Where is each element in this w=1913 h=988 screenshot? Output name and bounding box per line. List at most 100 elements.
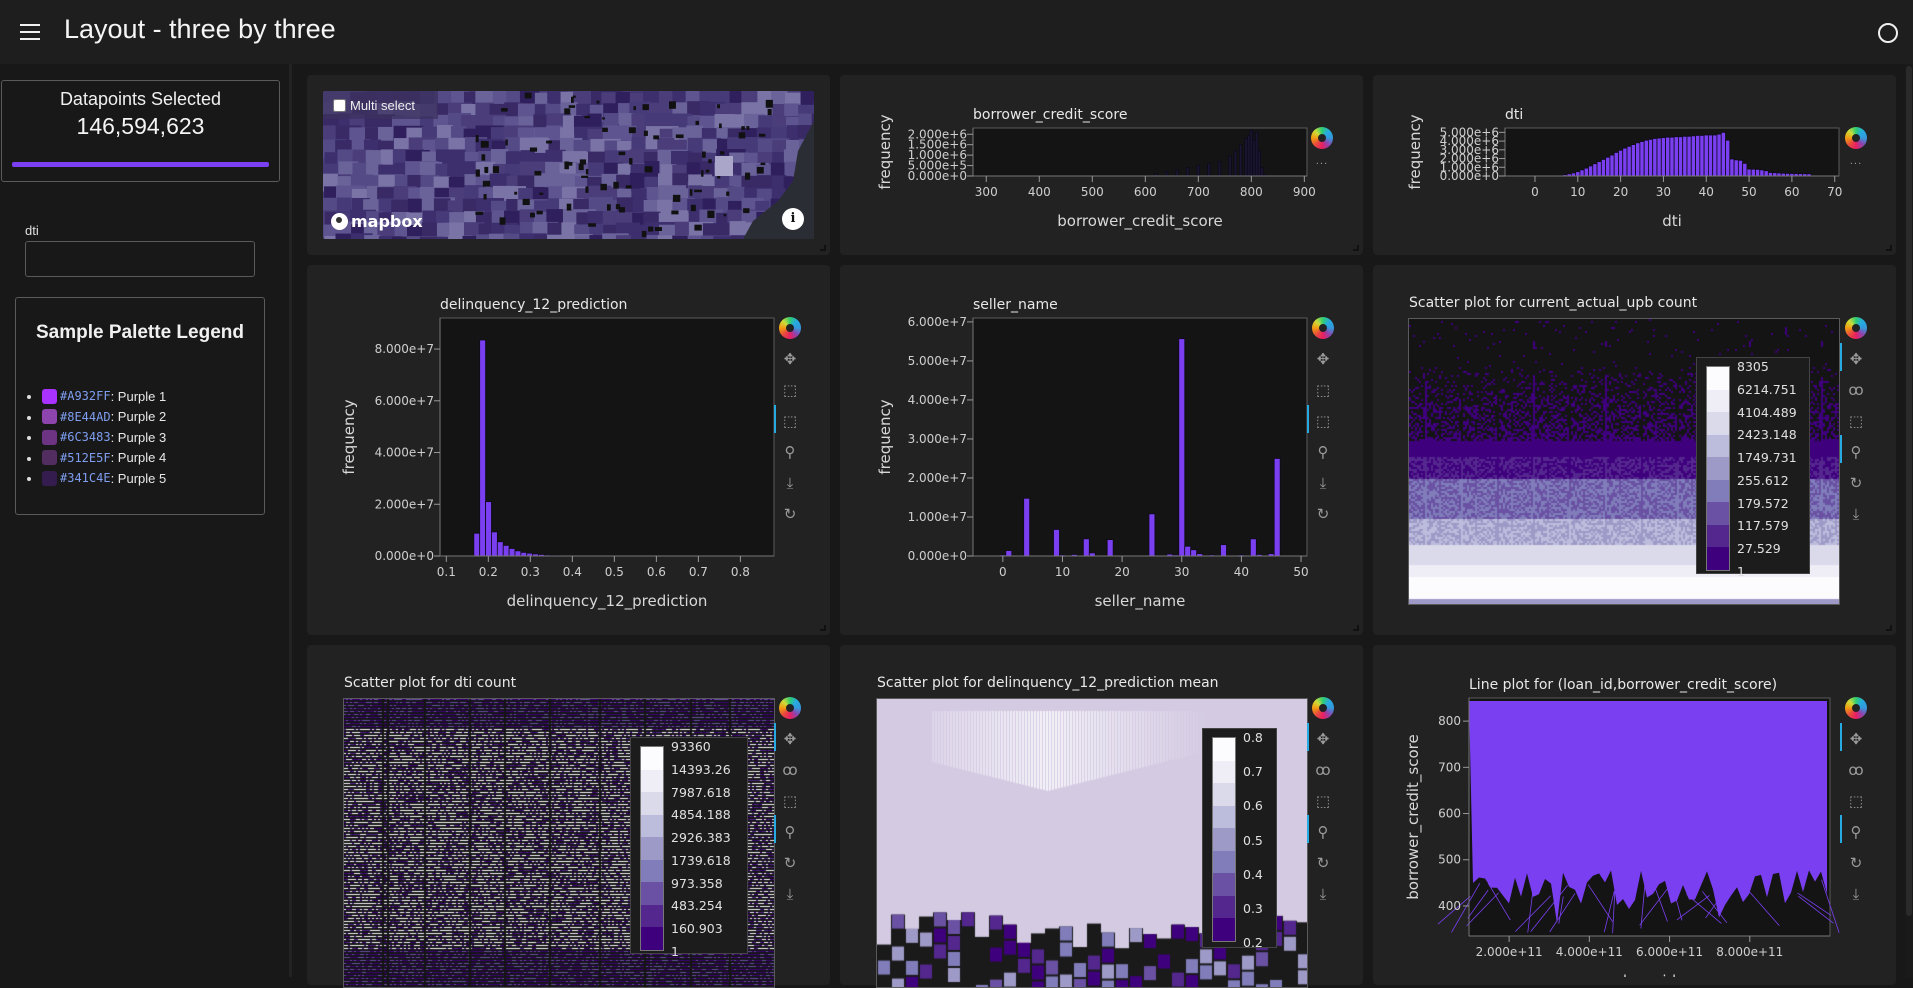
save-icon[interactable]: ⤓ (1845, 503, 1867, 525)
colorbar-swatch (1213, 873, 1235, 896)
bokeh-logo-icon[interactable] (779, 317, 801, 339)
x-tick-label: 60 (1784, 185, 1799, 199)
box-zoom-icon[interactable]: ⬚ (1312, 379, 1334, 401)
histogram-bar (1054, 529, 1060, 556)
bokeh-logo-icon[interactable] (1845, 697, 1867, 719)
chart-line-loan-id-credit-score[interactable]: Line plot for (loan_id,borrower_credit_s… (1380, 660, 1913, 977)
save-icon[interactable]: ⤓ (1312, 472, 1334, 494)
pan-icon[interactable]: ✥ (1845, 348, 1867, 370)
resize-handle[interactable] (820, 245, 826, 251)
colorbar-swatch (641, 882, 663, 905)
chart-seller-name[interactable]: seller_name010203040500.000e+01.000e+72.… (860, 280, 1340, 620)
reset-icon[interactable]: ↻ (1845, 472, 1867, 494)
histogram-bar (497, 542, 503, 556)
colorbar-swatch (1213, 738, 1235, 761)
x-box-select-icon[interactable]: ⬚ (779, 410, 801, 432)
y-tick-label: 600 (1438, 807, 1461, 821)
reset-icon[interactable]: ↻ (779, 503, 801, 525)
lasso-select-icon[interactable]: ꝏ (1845, 759, 1867, 781)
lasso-select-icon[interactable]: ꝏ (779, 759, 801, 781)
hamburger-menu-icon[interactable] (20, 24, 40, 40)
pan-icon[interactable]: ✥ (1312, 728, 1334, 750)
pan-icon[interactable]: ✥ (779, 728, 801, 750)
multi-select-checkbox[interactable] (333, 99, 346, 112)
sidebar-divider[interactable] (289, 64, 292, 977)
histogram-bar (1589, 166, 1593, 176)
save-icon[interactable]: ⤓ (779, 883, 801, 905)
more-menu-icon[interactable]: ··· (1845, 153, 1867, 175)
box-select-icon[interactable]: ⬚ (779, 790, 801, 812)
colorbar-tick-label: 0.6 (1243, 798, 1263, 813)
box-select-icon[interactable]: ⬚ (1312, 790, 1334, 812)
bokeh-logo-icon[interactable] (1845, 127, 1867, 149)
histogram-bar (1165, 172, 1168, 176)
chart-title: borrower_credit_score (973, 107, 1127, 123)
colorbar-swatch (641, 792, 663, 815)
legend-item: #6C3483: Purple 3 (42, 427, 166, 448)
info-button[interactable]: i (782, 208, 804, 230)
bokeh-logo-icon[interactable] (1845, 317, 1867, 339)
choropleth-map[interactable]: Multi select mapbox i (323, 91, 814, 239)
resize-handle[interactable] (1353, 625, 1359, 631)
bokeh-logo-icon[interactable] (779, 697, 801, 719)
wheel-zoom-icon[interactable]: ⚲ (1845, 821, 1867, 843)
resize-handle[interactable] (820, 625, 826, 631)
colorbar-tick-label: 0.7 (1243, 764, 1263, 779)
y-tick-label: 700 (1438, 760, 1461, 774)
color-name: : Purple 5 (111, 471, 167, 486)
chart-title: seller_name (973, 297, 1058, 313)
reset-icon[interactable]: ↻ (1312, 503, 1334, 525)
dti-filter-input[interactable] (25, 241, 255, 277)
resize-handle[interactable] (1886, 245, 1892, 251)
reset-icon[interactable]: ↻ (779, 852, 801, 874)
wheel-zoom-icon[interactable]: ⚲ (779, 441, 801, 463)
chart-delinquency-12-prediction[interactable]: delinquency_12_prediction0.10.20.30.40.5… (310, 280, 830, 620)
pan-icon[interactable]: ✥ (1845, 728, 1867, 750)
chart-borrower-credit-score[interactable]: borrower_credit_score3004005006007008009… (860, 90, 1340, 250)
x-tick-label: 8.000e+11 (1716, 945, 1783, 959)
resize-handle[interactable] (1886, 625, 1892, 631)
save-icon[interactable]: ⤓ (779, 472, 801, 494)
wheel-zoom-icon[interactable]: ⚲ (1845, 441, 1867, 463)
colorbar-upb-count: 83056214.7514104.4892423.1481749.731255.… (1696, 357, 1810, 574)
colorbar-swatch (641, 815, 663, 838)
save-icon[interactable]: ⤓ (1845, 883, 1867, 905)
lasso-select-icon[interactable]: ꝏ (1312, 759, 1334, 781)
wheel-zoom-icon[interactable]: ⚲ (779, 821, 801, 843)
colorbar-tick-label: 93360 (671, 739, 711, 754)
box-select-icon[interactable]: ⬚ (1845, 410, 1867, 432)
colorbar-tick-label: 27.529 (1737, 541, 1781, 556)
box-zoom-icon[interactable]: ⬚ (779, 379, 801, 401)
datapoints-value: 146,594,623 (2, 113, 279, 140)
x-box-select-icon[interactable]: ⬚ (1312, 410, 1334, 432)
more-menu-icon[interactable]: ··· (1311, 153, 1333, 175)
reset-icon[interactable]: ↻ (1845, 852, 1867, 874)
lasso-select-icon[interactable]: ꝏ (1845, 379, 1867, 401)
histogram-bar (1691, 136, 1695, 176)
bokeh-logo-icon[interactable] (1312, 697, 1334, 719)
bokeh-logo-icon[interactable] (1311, 127, 1333, 149)
mapbox-logo[interactable]: mapbox (331, 212, 423, 231)
save-icon[interactable]: ⤓ (1312, 883, 1334, 905)
legend-item: #A932FF: Purple 1 (42, 386, 166, 407)
box-select-icon[interactable]: ⬚ (1845, 790, 1867, 812)
scrollbar-thumb[interactable] (1906, 66, 1912, 916)
x-tick-label: 800 (1240, 185, 1263, 199)
colorbar-delinquency-mean: 0.80.70.60.50.40.30.2 (1202, 728, 1277, 948)
histogram-bar (521, 552, 527, 556)
x-tick-label: 0.8 (731, 565, 750, 579)
chart-dti[interactable]: dti0102030405060700.000e+01.000e+62.000e… (1380, 90, 1860, 250)
histogram-bar (1713, 135, 1717, 176)
color-swatch (42, 409, 57, 424)
hex-code: #8E44AD (60, 410, 111, 424)
resize-handle[interactable] (1353, 245, 1359, 251)
wheel-zoom-icon[interactable]: ⚲ (1312, 441, 1334, 463)
page-title: Layout - three by three (64, 14, 336, 45)
page-scrollbar[interactable] (1905, 64, 1913, 977)
pan-icon[interactable]: ✥ (1312, 348, 1334, 370)
colorbar-tick-label: 0.4 (1243, 867, 1263, 882)
pan-icon[interactable]: ✥ (779, 348, 801, 370)
reset-icon[interactable]: ↻ (1312, 852, 1334, 874)
bokeh-logo-icon[interactable] (1312, 317, 1334, 339)
wheel-zoom-icon[interactable]: ⚲ (1312, 821, 1334, 843)
